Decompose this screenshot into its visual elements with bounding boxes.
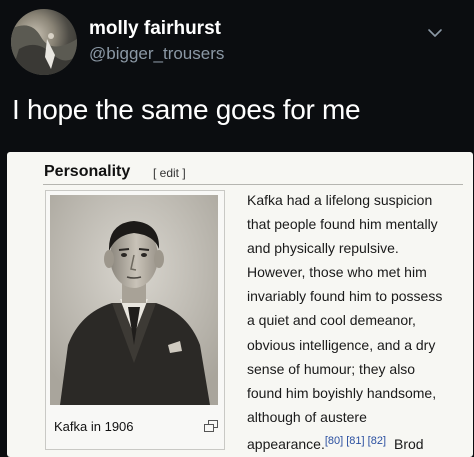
heading-divider bbox=[43, 184, 463, 185]
wikipedia-screenshot: Personality [ edit ] Kafka in 1906 Kafka… bbox=[7, 152, 473, 457]
body-line: a quiet and cool demeanor, bbox=[247, 312, 416, 329]
body-line: that people found him mentally bbox=[247, 216, 438, 233]
body-line: invariably found him to possess bbox=[247, 288, 443, 305]
tweet-screenshot: molly fairhurst @bigger_trousers I hope … bbox=[0, 0, 474, 457]
body-line: sense of humour; they also bbox=[247, 360, 416, 377]
section-body-text: Kafka had a lifelong suspicion that peop… bbox=[247, 188, 465, 456]
edit-link[interactable]: [ edit ] bbox=[153, 166, 186, 180]
user-handle[interactable]: @bigger_trousers bbox=[89, 44, 224, 64]
image-caption: Kafka in 1906 bbox=[54, 419, 134, 434]
display-name[interactable]: molly fairhurst bbox=[89, 18, 221, 40]
kafka-portrait-photo[interactable] bbox=[50, 195, 218, 405]
enlarge-icon[interactable] bbox=[204, 419, 218, 432]
body-line: However, those who met him bbox=[247, 264, 427, 281]
image-thumbnail[interactable]: Kafka in 1906 bbox=[45, 190, 225, 450]
section-heading: Personality bbox=[44, 163, 131, 180]
body-line: appearance. bbox=[247, 435, 325, 452]
body-last-line: appearance.[80] [81] [82] Brod bbox=[247, 429, 465, 456]
citation-links[interactable]: [80] [81] [82] bbox=[325, 435, 386, 447]
chevron-down-icon[interactable] bbox=[426, 24, 444, 42]
body-line: and physically repulsive. bbox=[247, 240, 399, 257]
body-line: although of austere bbox=[247, 408, 367, 425]
tweet-text: I hope the same goes for me bbox=[12, 94, 361, 125]
avatar[interactable] bbox=[11, 9, 77, 75]
body-line: found him boyishly handsome, bbox=[247, 384, 437, 401]
body-line: obvious intelligence, and a dry bbox=[247, 336, 436, 353]
body-line: Kafka had a lifelong suspicion bbox=[247, 192, 433, 208]
body-trailing-word: Brod bbox=[394, 435, 424, 452]
